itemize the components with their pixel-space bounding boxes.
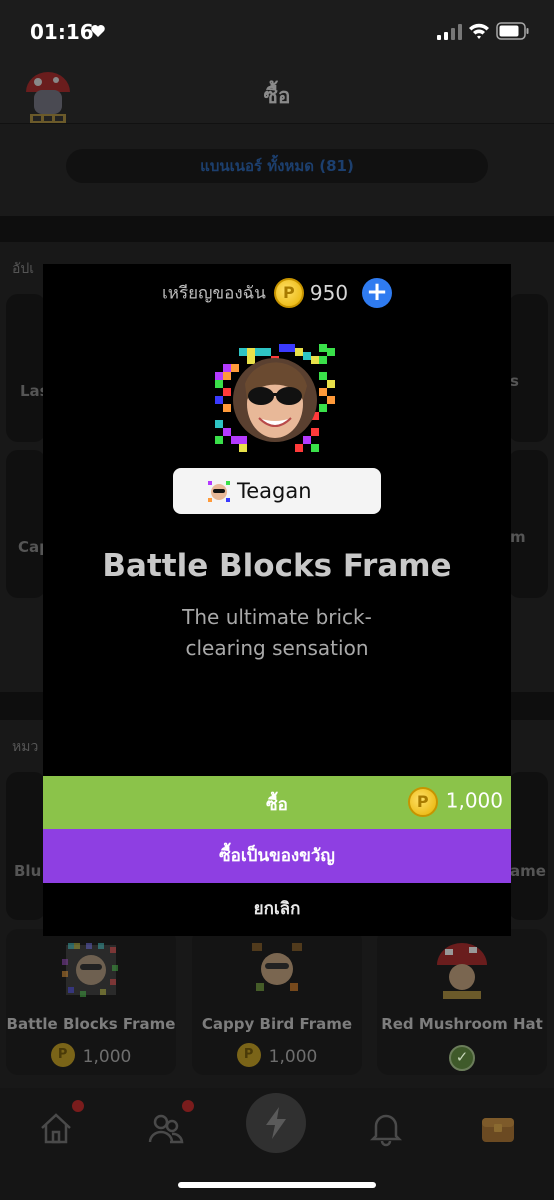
item-card[interactable]: Las [6,294,49,442]
banner-filter-strip: แบนเนอร์ ทั้งหมด (81) [0,124,554,216]
item-card-label: s [510,372,519,390]
status-bar: 01:16 [0,0,554,62]
buy-button[interactable]: ซื้อ P 1,000 [43,776,511,829]
item-card[interactable]: Blu [6,772,46,920]
shop-item-owned: ✓ [377,1045,547,1071]
coin-balance-value: 950 [309,281,349,305]
section-label: อัปเ [12,261,35,277]
purchase-modal: เหรียญของฉัน P 950 + Teagan Battle Block… [43,264,511,936]
friends-icon[interactable] [146,1108,186,1148]
treasure-chest-icon[interactable] [478,1108,518,1148]
heart-icon [91,25,105,37]
bell-icon[interactable] [366,1108,406,1148]
cappy-bird-frame-thumbnail [252,943,302,991]
battery-icon [496,22,529,40]
coin-icon: P [236,1043,261,1067]
user-avatar [208,481,230,502]
app-header: ซื้อ [0,62,554,124]
play-button[interactable] [246,1093,306,1153]
shop-item-price-value: 1,000 [268,1047,318,1067]
battle-blocks-frame-thumbnail [62,943,118,997]
wifi-icon [469,23,489,39]
product-title: Battle Blocks Frame [102,548,452,584]
shop-item-card[interactable]: Red Mushroom Hat ✓ [377,929,547,1075]
shop-item-price: P 1,000 [192,1043,362,1069]
coin-icon: P [50,1043,75,1067]
cancel-button[interactable]: ยกเลิก [43,883,511,936]
item-card[interactable]: Cap [6,450,50,598]
shop-item-price-value: 1,000 [82,1047,132,1067]
item-card[interactable]: ame [508,772,548,920]
product-description: The ultimate brick-clearing sensation [182,605,372,660]
item-card-label: m [510,528,526,546]
red-mushroom-hat-thumbnail [437,943,487,999]
cellular-signal-icon [437,24,462,40]
page-title: ซื้อ [263,84,291,108]
item-card-label: ame [510,862,546,880]
coin-icon: P [273,278,304,308]
username-chip: Teagan [173,468,381,514]
home-badge [72,1100,84,1112]
coin-balance-row: เหรียญของฉัน P 950 + [43,278,511,308]
shop-item-name: Battle Blocks Frame [6,1015,176,1033]
lightning-icon [266,1107,286,1139]
item-card[interactable]: m [508,450,548,598]
frame-preview-image [215,344,335,452]
coin-icon: P [407,787,438,817]
banner-filter-button[interactable]: แบนเนอร์ ทั้งหมด (81) [66,149,488,183]
owned-check-icon: ✓ [449,1045,475,1071]
home-icon[interactable] [36,1108,76,1148]
username: Teagan [237,479,312,503]
shop-item-card[interactable]: Battle Blocks Frame P 1,000 [6,929,176,1075]
add-coins-button[interactable]: + [362,278,393,308]
coin-balance-label: เหรียญของฉัน [161,283,266,304]
status-time: 01:16 [30,20,94,44]
buy-as-gift-button[interactable]: ซื้อเป็นของขวัญ [43,829,511,883]
buy-price: P 1,000 [407,787,503,817]
shop-item-name: Cappy Bird Frame [201,1015,353,1033]
buy-price-value: 1,000 [445,788,503,813]
item-card[interactable]: s [508,294,548,442]
home-indicator [178,1182,376,1188]
shop-item-name: Red Mushroom Hat [381,1015,543,1033]
friends-badge [182,1100,194,1112]
item-card-label: Blu [14,862,42,880]
shop-item-price: P 1,000 [6,1043,176,1069]
shop-item-card[interactable]: Cappy Bird Frame P 1,000 [192,929,362,1075]
section-label: หมว [12,739,39,755]
